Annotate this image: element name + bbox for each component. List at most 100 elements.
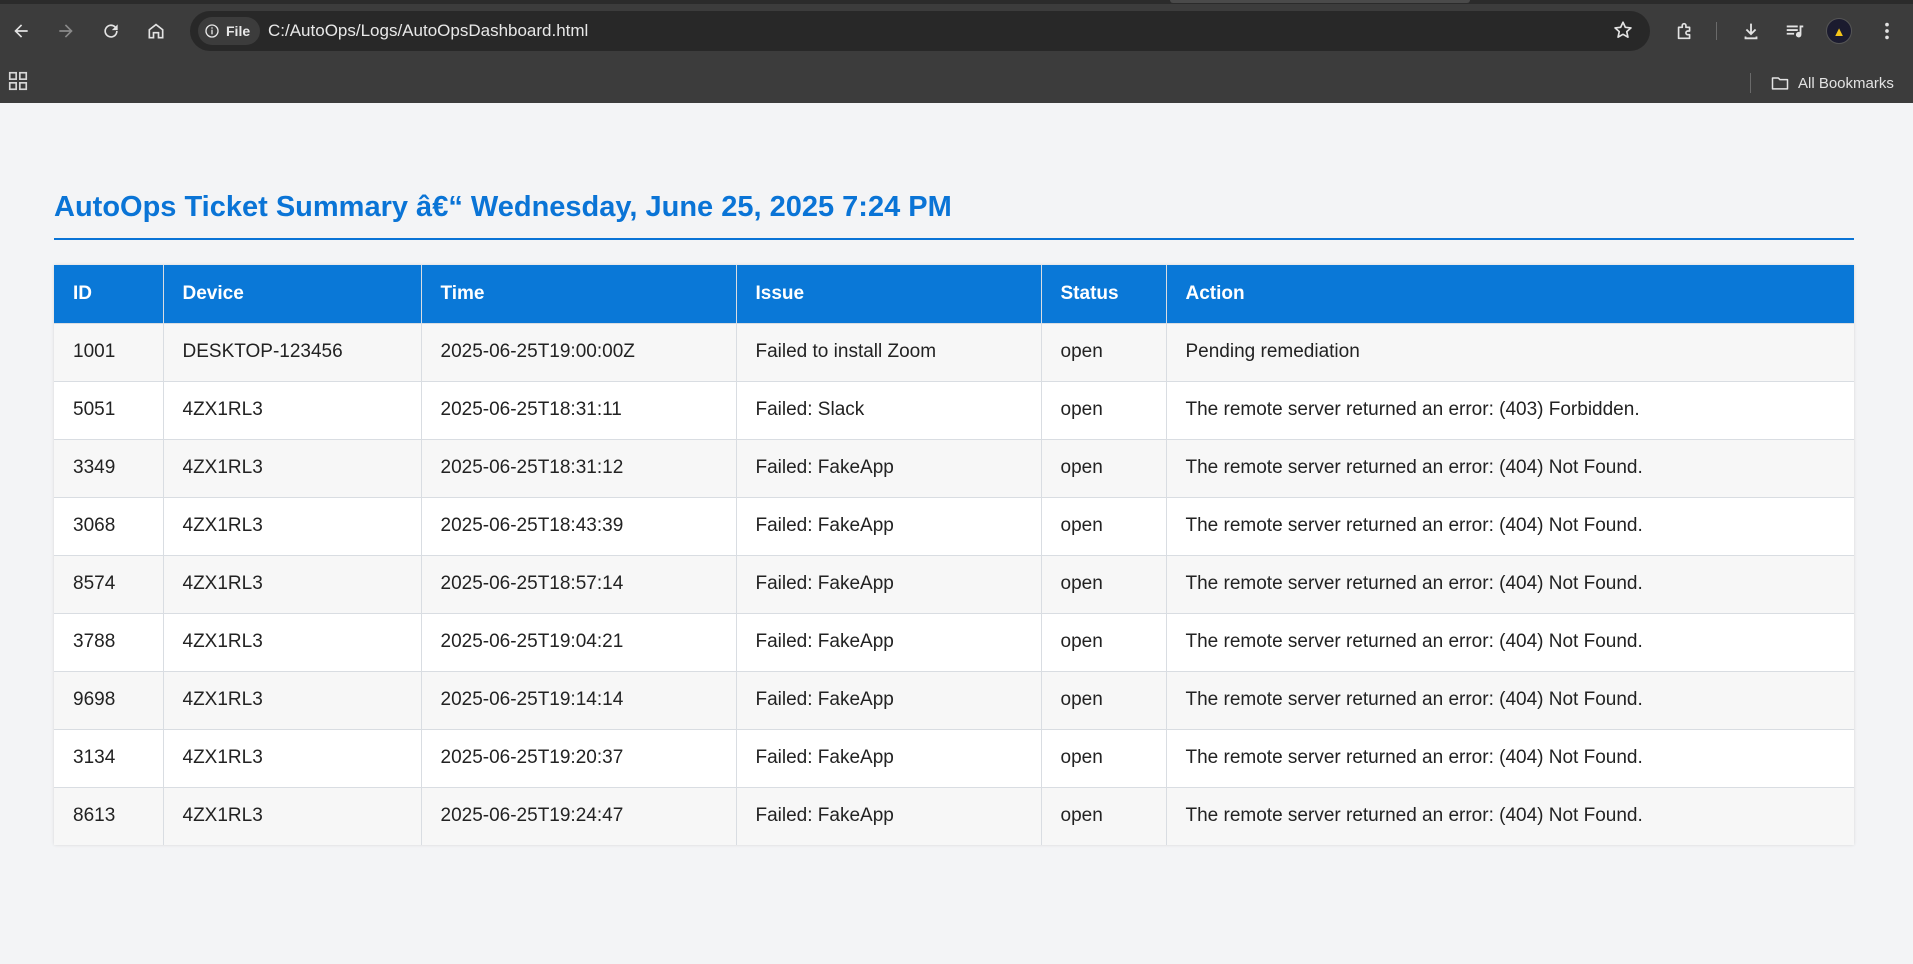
tab-strip bbox=[0, 0, 1913, 4]
table-row: 5051 4ZX1RL3 2025-06-25T18:31:11 Failed:… bbox=[54, 380, 1854, 439]
cell-device: 4ZX1RL3 bbox=[163, 612, 422, 671]
cell-status: open bbox=[1041, 612, 1167, 671]
cell-id: 5051 bbox=[54, 380, 164, 439]
cell-time: 2025-06-25T18:31:11 bbox=[421, 380, 737, 439]
cell-device: 4ZX1RL3 bbox=[163, 728, 422, 787]
penguin-icon: ▲ bbox=[1832, 23, 1846, 39]
extensions-button[interactable] bbox=[1668, 14, 1702, 48]
back-button[interactable] bbox=[4, 14, 38, 48]
table-row: 1001 DESKTOP-123456 2025-06-25T19:00:00Z… bbox=[54, 322, 1854, 381]
cell-time: 2025-06-25T19:04:21 bbox=[421, 612, 737, 671]
cell-action: The remote server returned an error: (40… bbox=[1166, 380, 1854, 439]
more-vert-icon bbox=[1885, 22, 1889, 40]
table-row: 3068 4ZX1RL3 2025-06-25T18:43:39 Failed:… bbox=[54, 496, 1854, 555]
menu-button[interactable] bbox=[1870, 14, 1904, 48]
playlist-icon bbox=[1786, 25, 1804, 38]
cell-issue: Failed: FakeApp bbox=[736, 612, 1042, 671]
cell-id: 3349 bbox=[54, 438, 164, 497]
cell-status: open bbox=[1041, 438, 1167, 497]
cell-issue: Failed: FakeApp bbox=[736, 438, 1042, 497]
cell-time: 2025-06-25T19:20:37 bbox=[421, 728, 737, 787]
cell-action: The remote server returned an error: (40… bbox=[1166, 554, 1854, 613]
cell-action: The remote server returned an error: (40… bbox=[1166, 670, 1854, 729]
cell-time: 2025-06-25T18:31:12 bbox=[421, 438, 737, 497]
cell-device: 4ZX1RL3 bbox=[163, 554, 422, 613]
folder-icon bbox=[1771, 77, 1789, 90]
site-info-chip[interactable]: File bbox=[198, 17, 261, 45]
arrow-left-icon bbox=[14, 24, 28, 38]
cell-action: The remote server returned an error: (40… bbox=[1166, 438, 1854, 497]
profile-avatar[interactable]: ▲ bbox=[1826, 18, 1852, 44]
cell-status: open bbox=[1041, 322, 1167, 381]
apps-grid-icon bbox=[8, 71, 28, 91]
cell-action: The remote server returned an error: (40… bbox=[1166, 728, 1854, 787]
ticket-table: ID Device Time Issue Status Action 1001 … bbox=[54, 265, 1854, 845]
site-chip-label: File bbox=[226, 23, 251, 39]
cell-id: 3134 bbox=[54, 728, 164, 787]
column-header-device: Device bbox=[163, 265, 422, 323]
cell-time: 2025-06-25T19:14:14 bbox=[421, 670, 737, 729]
cell-issue: Failed to install Zoom bbox=[736, 322, 1042, 381]
bookmarks-bar: All Bookmarks bbox=[0, 62, 1913, 103]
table-row: 9698 4ZX1RL3 2025-06-25T19:14:14 Failed:… bbox=[54, 670, 1854, 729]
cell-device: 4ZX1RL3 bbox=[163, 380, 422, 439]
cell-action: The remote server returned an error: (40… bbox=[1166, 786, 1854, 845]
column-header-issue: Issue bbox=[736, 265, 1042, 323]
all-bookmarks-button[interactable]: All Bookmarks bbox=[1770, 68, 1894, 98]
reload-button[interactable] bbox=[94, 14, 128, 48]
info-icon bbox=[205, 24, 219, 38]
cell-status: open bbox=[1041, 728, 1167, 787]
cell-time: 2025-06-25T18:43:39 bbox=[421, 496, 737, 555]
cell-id: 3788 bbox=[54, 612, 164, 671]
table-row: 8574 4ZX1RL3 2025-06-25T18:57:14 Failed:… bbox=[54, 554, 1854, 613]
cell-issue: Failed: FakeApp bbox=[736, 786, 1042, 845]
download-icon bbox=[1744, 23, 1758, 40]
home-icon bbox=[148, 23, 164, 39]
home-button[interactable] bbox=[139, 14, 173, 48]
cell-device: 4ZX1RL3 bbox=[163, 786, 422, 845]
puzzle-icon bbox=[1677, 22, 1691, 40]
star-icon bbox=[1614, 21, 1632, 38]
cell-status: open bbox=[1041, 554, 1167, 613]
bookmarks-separator bbox=[1750, 73, 1751, 93]
table-row: 8613 4ZX1RL3 2025-06-25T19:24:47 Failed:… bbox=[54, 786, 1854, 845]
page-content: AutoOps Ticket Summary â€“ Wednesday, Ju… bbox=[0, 103, 1913, 964]
column-header-status: Status bbox=[1041, 265, 1167, 323]
arrow-right-icon bbox=[59, 24, 73, 38]
cell-status: open bbox=[1041, 670, 1167, 729]
cell-device: 4ZX1RL3 bbox=[163, 670, 422, 729]
toolbar-separator bbox=[1716, 22, 1717, 40]
cell-action: Pending remediation bbox=[1166, 322, 1854, 381]
cell-id: 9698 bbox=[54, 670, 164, 729]
cell-device: 4ZX1RL3 bbox=[163, 496, 422, 555]
cell-time: 2025-06-25T19:24:47 bbox=[421, 786, 737, 845]
cell-id: 3068 bbox=[54, 496, 164, 555]
cell-status: open bbox=[1041, 786, 1167, 845]
media-controls-button[interactable] bbox=[1778, 14, 1812, 48]
cell-device: DESKTOP-123456 bbox=[163, 322, 422, 381]
cell-status: open bbox=[1041, 496, 1167, 555]
cell-issue: Failed: FakeApp bbox=[736, 728, 1042, 787]
cell-issue: Failed: FakeApp bbox=[736, 554, 1042, 613]
all-bookmarks-label: All Bookmarks bbox=[1798, 74, 1894, 92]
forward-button[interactable] bbox=[49, 14, 83, 48]
column-header-id: ID bbox=[54, 265, 164, 323]
cell-issue: Failed: FakeApp bbox=[736, 496, 1042, 555]
page-title: AutoOps Ticket Summary â€“ Wednesday, Ju… bbox=[54, 191, 952, 223]
cell-action: The remote server returned an error: (40… bbox=[1166, 612, 1854, 671]
cell-id: 8613 bbox=[54, 786, 164, 845]
cell-issue: Failed: Slack bbox=[736, 380, 1042, 439]
cell-id: 8574 bbox=[54, 554, 164, 613]
address-bar[interactable]: File C:/AutoOps/Logs/AutoOpsDashboard.ht… bbox=[190, 11, 1650, 51]
downloads-button[interactable] bbox=[1734, 14, 1768, 48]
column-header-time: Time bbox=[421, 265, 737, 323]
cell-time: 2025-06-25T18:57:14 bbox=[421, 554, 737, 613]
cell-device: 4ZX1RL3 bbox=[163, 438, 422, 497]
bookmark-star-button[interactable] bbox=[1612, 19, 1636, 43]
url-text[interactable]: C:/AutoOps/Logs/AutoOpsDashboard.html bbox=[268, 21, 588, 41]
column-header-action: Action bbox=[1166, 265, 1854, 323]
apps-grid-button[interactable] bbox=[7, 70, 29, 92]
cell-status: open bbox=[1041, 380, 1167, 439]
cell-id: 1001 bbox=[54, 322, 164, 381]
cell-action: The remote server returned an error: (40… bbox=[1166, 496, 1854, 555]
